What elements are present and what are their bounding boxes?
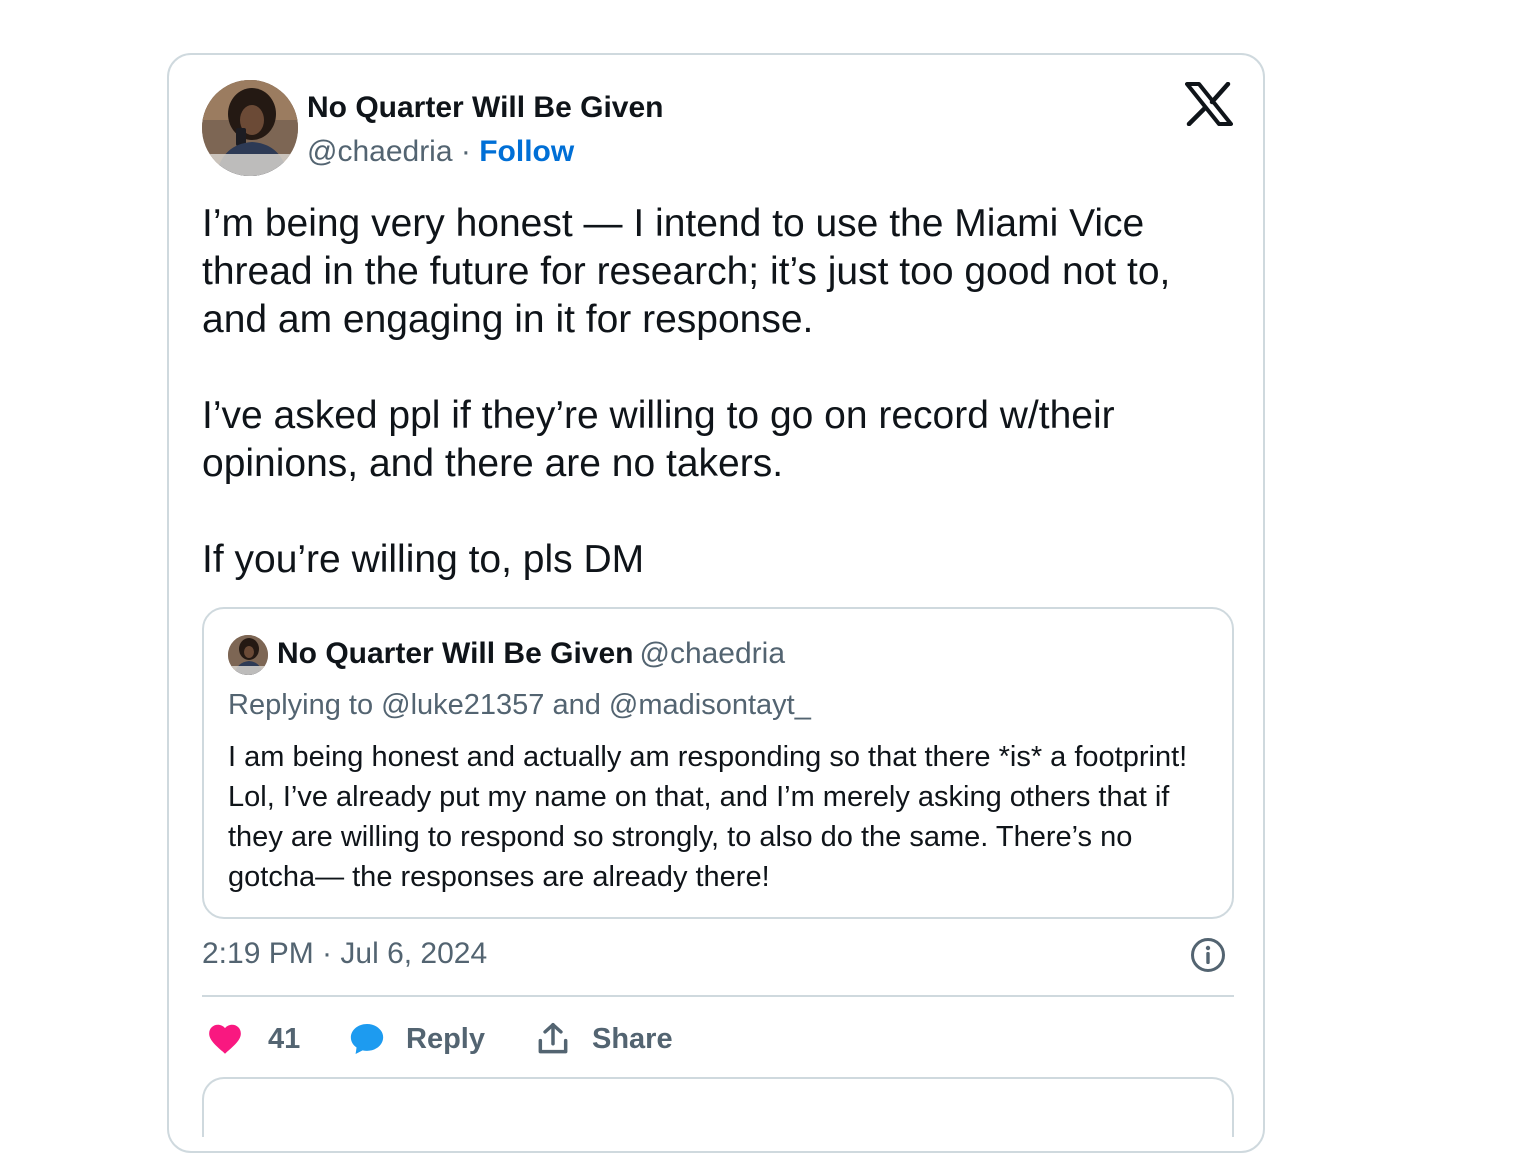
actions-divider: [202, 995, 1234, 997]
x-logo-icon[interactable]: [1185, 82, 1233, 126]
reply-bubble-icon: [350, 1023, 384, 1055]
like-count: 41: [268, 1022, 301, 1055]
author-handle[interactable]: @chaedria: [307, 135, 453, 168]
share-button[interactable]: Share: [534, 1015, 673, 1063]
tweet-paragraph-3: If you’re willing to, pls DM: [202, 538, 645, 581]
tweet-paragraph-1: I’m being very honest — I intend to use …: [202, 202, 1171, 341]
tweet-actions: 41 Reply Share: [202, 1015, 1234, 1063]
quoted-author-name-row: No Quarter Will Be Given @chaedria: [277, 637, 785, 671]
tweet-timestamp[interactable]: 2:19 PM · Jul 6, 2024: [202, 937, 487, 971]
author-display-name[interactable]: No Quarter Will Be Given: [307, 91, 663, 125]
like-button[interactable]: 41: [206, 1015, 300, 1063]
read-replies-button[interactable]: [202, 1077, 1234, 1137]
share-label: Share: [592, 1022, 673, 1055]
author-avatar[interactable]: [202, 80, 298, 176]
quoted-replying-to: Replying to @luke21357 and @madisontayt_: [228, 689, 811, 721]
quoted-handle: @chaedria: [639, 637, 786, 670]
reply-label: Reply: [406, 1022, 485, 1055]
author-handle-row: @chaedria · Follow: [307, 135, 574, 169]
quoted-tweet[interactable]: No Quarter Will Be Given @chaedria Replyi…: [202, 607, 1234, 919]
follow-link[interactable]: Follow: [479, 135, 574, 168]
embedded-tweet-card: No Quarter Will Be Given @chaedria · Fol…: [167, 53, 1265, 1153]
tweet-text: I’m being very honest — I intend to use …: [202, 200, 1222, 584]
info-icon[interactable]: [1190, 937, 1226, 973]
quoted-display-name: No Quarter Will Be Given: [277, 637, 634, 670]
quoted-text: I am being honest and actually am respon…: [228, 741, 1188, 893]
tweet-paragraph-2: I’ve asked ppl if they’re willing to go …: [202, 394, 1115, 485]
reply-button[interactable]: Reply: [348, 1015, 485, 1063]
quoted-author-avatar: [228, 635, 268, 675]
share-icon: [538, 1023, 568, 1054]
handle-separator: ·: [460, 135, 471, 168]
heart-icon: [209, 1024, 241, 1054]
